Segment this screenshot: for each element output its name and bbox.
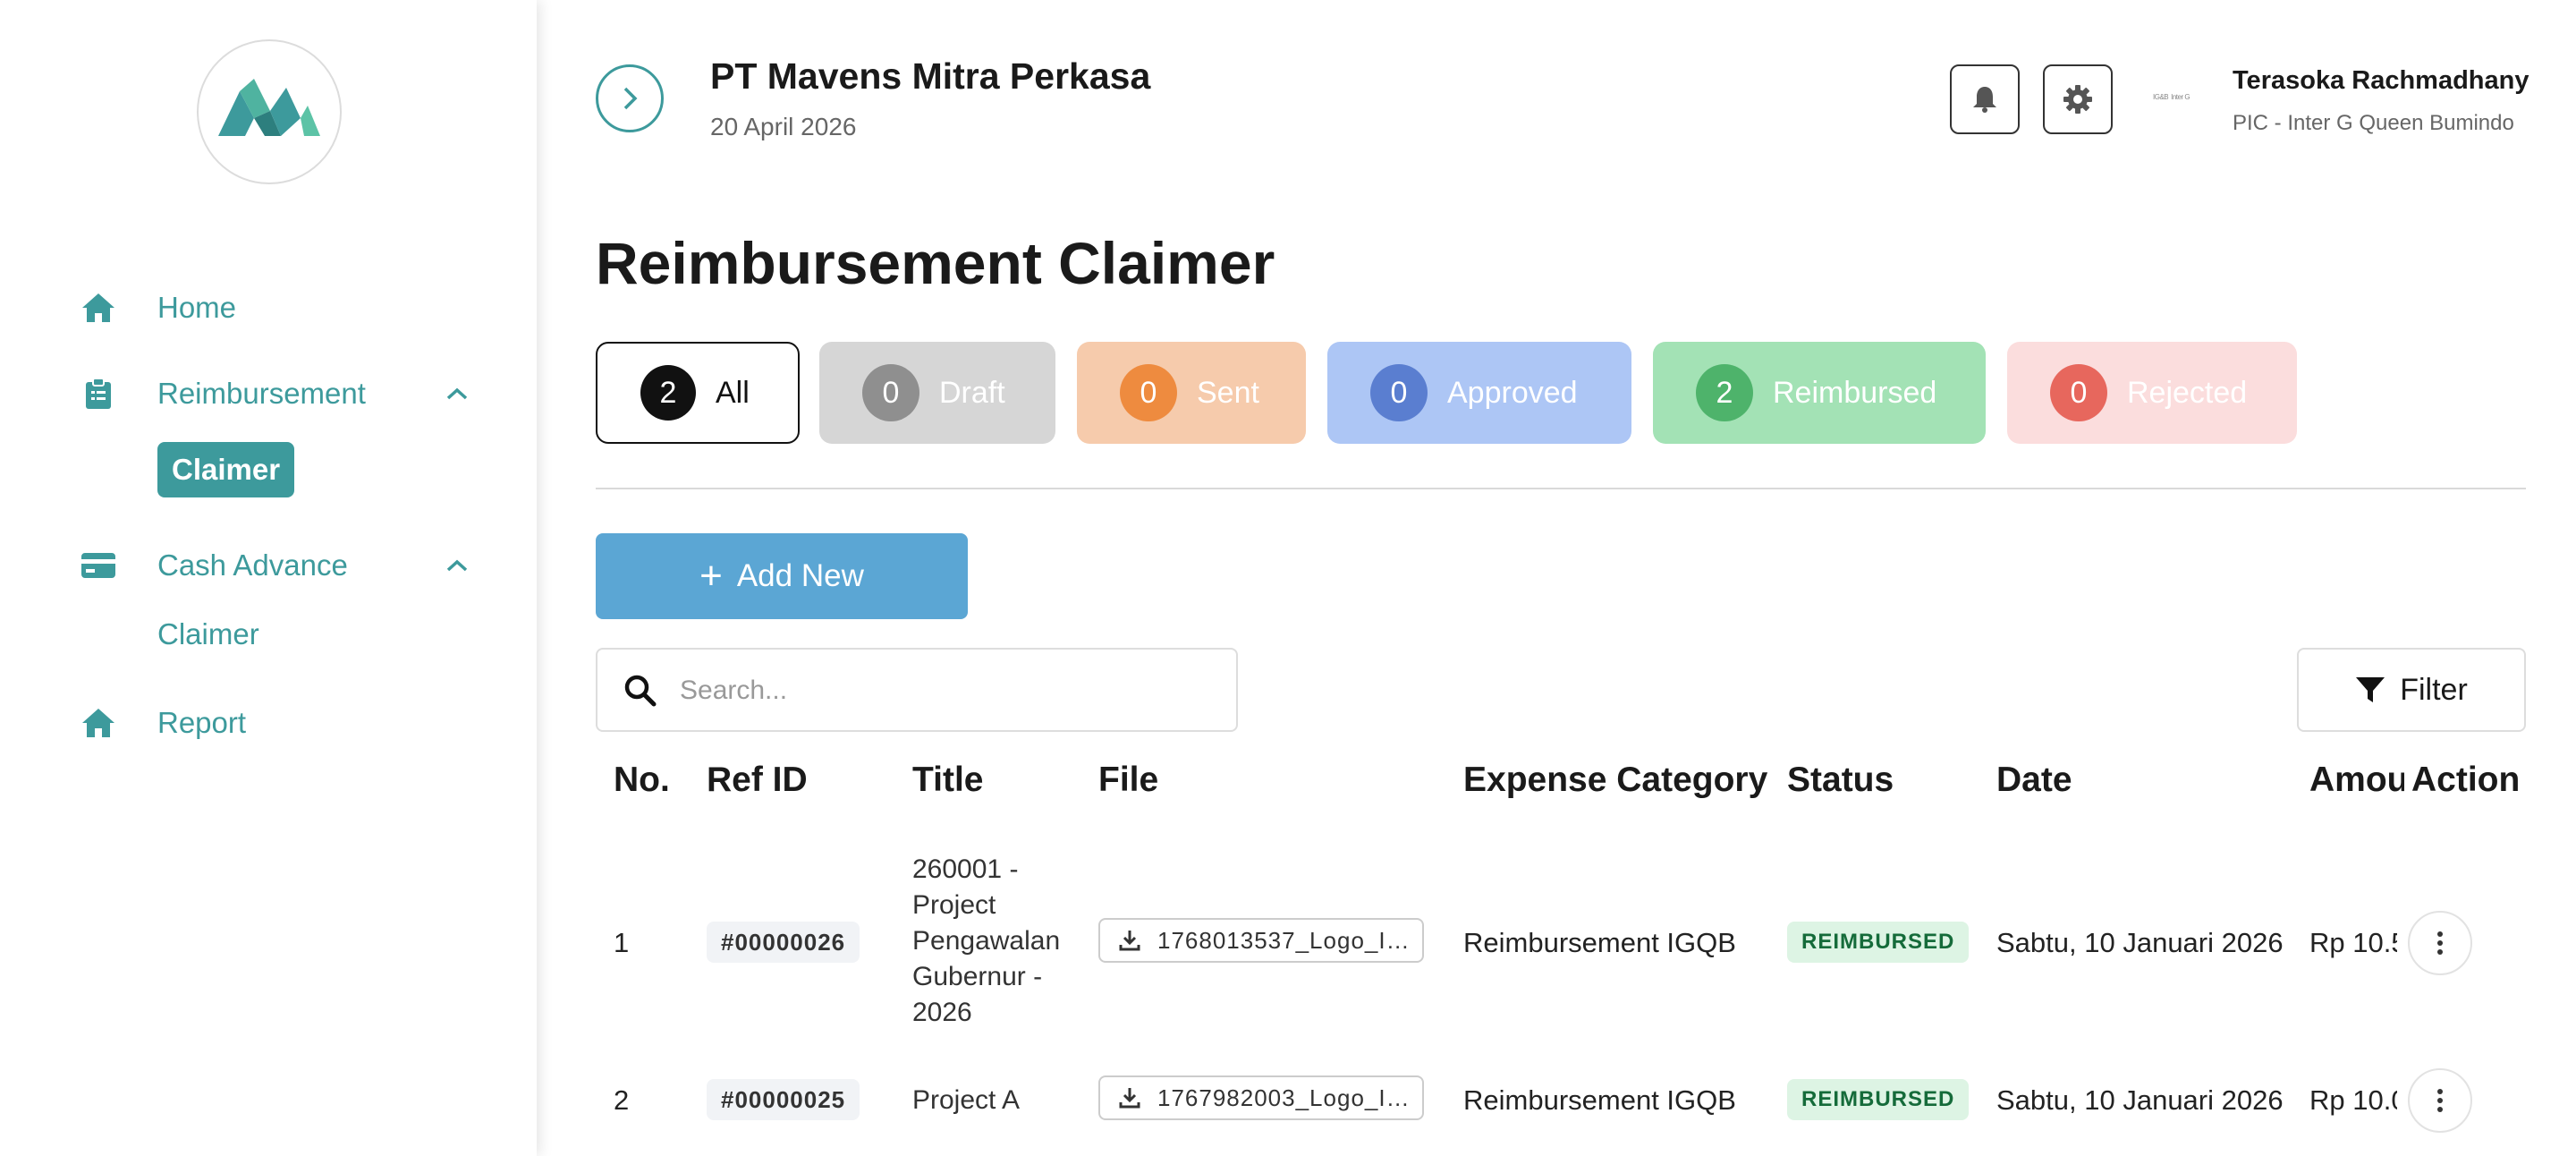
expense-category: Reimbursement IGQB	[1463, 927, 1736, 958]
file-download-button[interactable]: 1768013537_Logo_Inter_G_Queen_Bumindo.pn…	[1098, 918, 1424, 963]
tab-count: 0	[1120, 364, 1177, 421]
home-icon	[80, 705, 116, 741]
row-number: 2	[614, 1084, 630, 1116]
row-amount: Rp 10.500.000	[2309, 927, 2397, 958]
tab-label: Reimbursed	[1773, 375, 1937, 410]
tab-label: Rejected	[2127, 375, 2248, 410]
row-amount: Rp 10.000.000	[2309, 1084, 2397, 1116]
bell-icon	[1973, 87, 1996, 113]
row-action-button[interactable]	[2408, 911, 2472, 975]
page-title: Reimbursement Claimer	[596, 230, 1275, 296]
download-icon	[1119, 931, 1140, 951]
row-title: 260001 - Project Pengawalan Gubernur - 2…	[912, 854, 1061, 1027]
ref-id-badge: #00000026	[707, 922, 860, 963]
column-header-title: Title	[912, 761, 984, 799]
settings-button[interactable]	[2043, 64, 2113, 134]
nav-home[interactable]: Home	[0, 281, 537, 335]
column-header-file: File	[1098, 761, 1159, 799]
credit-card-icon	[80, 548, 116, 583]
file-name: 1767982003_Logo_Inter_G_Queen_Bumindo.pn…	[1157, 1084, 1413, 1111]
status-badge: REIMBURSED	[1787, 1079, 1970, 1120]
nav-report[interactable]: Report	[0, 696, 537, 750]
search-icon	[624, 675, 657, 707]
filter-icon	[2356, 677, 2385, 702]
organization-logo: IG&B Inter G	[2153, 93, 2190, 101]
download-icon	[1119, 1088, 1140, 1109]
filter-button[interactable]: Filter	[2297, 648, 2526, 732]
company-name: PT Mavens Mitra Perkasa	[710, 55, 1151, 97]
tab-label: Sent	[1197, 375, 1259, 410]
sidebar-toggle-button[interactable]	[596, 64, 664, 132]
more-vertical-icon	[2437, 1089, 2443, 1112]
column-header-amount: Amount	[2309, 761, 2404, 799]
clipboard-icon	[80, 376, 116, 412]
row-number: 1	[614, 927, 630, 958]
column-header-no: No.	[614, 761, 670, 799]
row-date: Sabtu, 10 Januari 2026	[1996, 927, 2284, 958]
tab-count: 0	[2050, 364, 2107, 421]
plus-icon: +	[699, 554, 723, 598]
nav-cash-advance-claimer[interactable]: Claimer	[157, 617, 259, 651]
nav-reimbursement[interactable]: Reimbursement	[0, 367, 537, 421]
row-action-button[interactable]	[2408, 1068, 2472, 1133]
file-download-button[interactable]: 1767982003_Logo_Inter_G_Queen_Bumindo.pn…	[1098, 1075, 1424, 1120]
chevron-up-icon[interactable]	[442, 550, 472, 581]
nav-reimbursement-claimer[interactable]: Claimer	[157, 442, 295, 497]
add-new-button[interactable]: + Add New	[596, 533, 968, 619]
gear-icon	[2063, 85, 2092, 114]
tab-draft[interactable]: 0 Draft	[819, 342, 1055, 444]
tab-label: All	[716, 375, 750, 410]
sidebar: Home Reimbursement Claimer Cash Advance …	[0, 0, 537, 1156]
home-icon	[80, 290, 116, 326]
nav-cash-advance-label: Cash Advance	[157, 548, 348, 582]
nav-reimbursement-label: Reimbursement	[157, 377, 366, 410]
column-header-expense-category: Expense Category	[1463, 761, 1768, 799]
search-box[interactable]	[596, 648, 1238, 732]
chevron-right-icon	[623, 87, 638, 110]
user-name[interactable]: Terasoka Rachmadhany	[2233, 66, 2529, 96]
nav-home-label: Home	[157, 291, 237, 324]
column-header-action: Action	[2411, 761, 2521, 799]
user-role: PIC - Inter G Queen Bumindo	[2233, 111, 2514, 135]
tab-label: Draft	[939, 375, 1005, 410]
tab-sent[interactable]: 0 Sent	[1077, 342, 1306, 444]
row-title: Project A	[912, 1085, 1021, 1115]
more-vertical-icon	[2437, 931, 2443, 955]
row-date: Sabtu, 10 Januari 2026	[1996, 1084, 2284, 1116]
notification-button[interactable]	[1950, 64, 2020, 134]
tab-count: 0	[862, 364, 919, 421]
tab-count: 2	[1696, 364, 1753, 421]
filter-label: Filter	[2400, 672, 2468, 707]
column-header-date: Date	[1996, 761, 2072, 799]
tab-rejected[interactable]: 0 Rejected	[2007, 342, 2297, 444]
current-date: 20 April 2026	[710, 113, 857, 140]
mavens-logo-icon	[218, 79, 320, 136]
search-input[interactable]	[678, 667, 1209, 714]
tab-label: Approved	[1447, 375, 1578, 410]
file-name: 1768013537_Logo_Inter_G_Queen_Bumindo.pn…	[1157, 926, 1413, 954]
column-header-status: Status	[1787, 761, 1894, 799]
nav-cash-advance[interactable]: Cash Advance	[0, 539, 537, 592]
tab-approved[interactable]: 0 Approved	[1327, 342, 1631, 444]
tab-count: 2	[640, 365, 696, 421]
add-new-label: Add New	[736, 558, 864, 593]
column-header-ref-id: Ref ID	[707, 761, 808, 799]
divider	[596, 488, 2526, 489]
tab-all[interactable]: 2 All	[596, 342, 800, 444]
ref-id-badge: #00000025	[707, 1079, 860, 1120]
expense-category: Reimbursement IGQB	[1463, 1084, 1736, 1116]
nav-report-label: Report	[157, 706, 247, 739]
chevron-up-icon[interactable]	[442, 378, 472, 409]
company-logo[interactable]	[197, 39, 342, 184]
tab-reimbursed[interactable]: 2 Reimbursed	[1653, 342, 1986, 444]
tab-count: 0	[1370, 364, 1428, 421]
status-badge: REIMBURSED	[1787, 922, 1970, 963]
